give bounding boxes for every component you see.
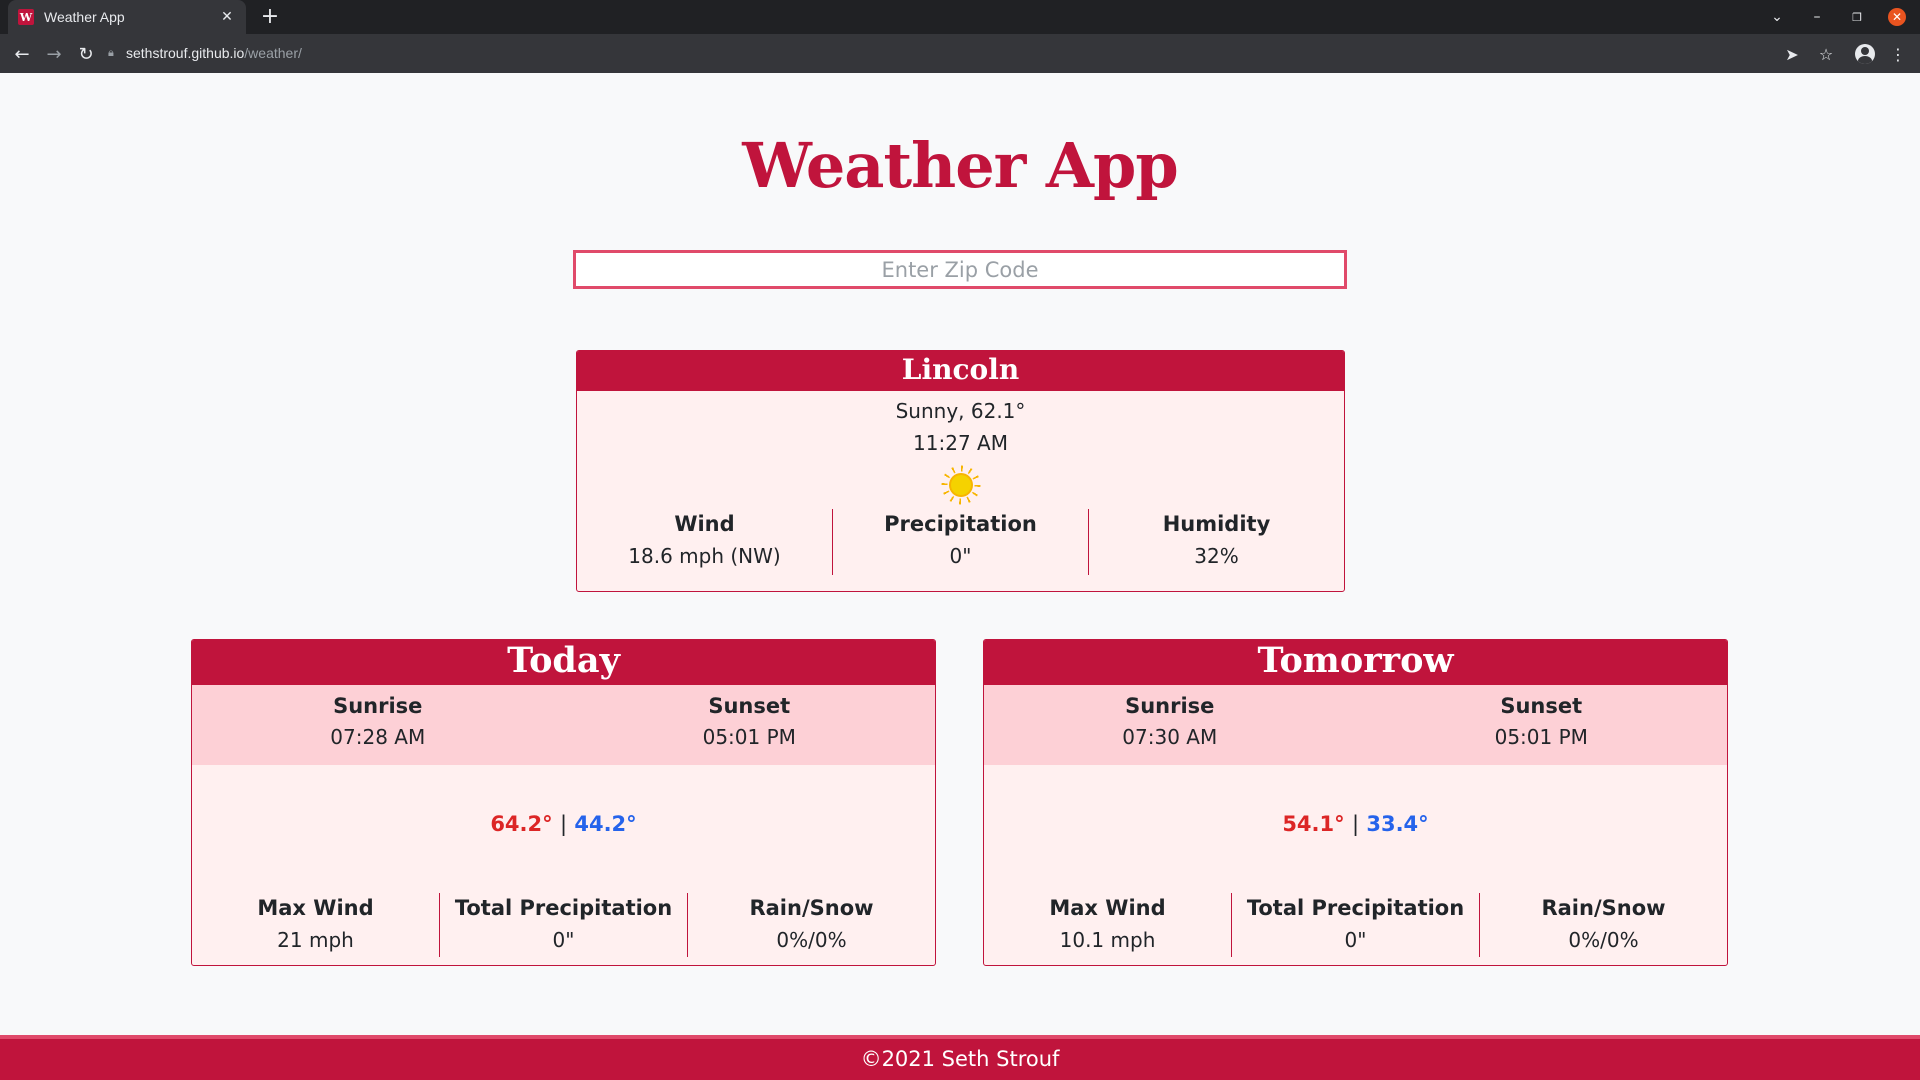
- temp-separator: |: [559, 812, 568, 836]
- new-tab-icon[interactable]: +: [258, 4, 282, 30]
- sunset-time: 05:01 PM: [702, 725, 796, 749]
- day-stats: Max Wind 21 mph Total Precipitation 0" R…: [192, 893, 935, 957]
- sunrise: Sunrise 07:28 AM: [192, 685, 564, 765]
- stat-value: 0": [552, 928, 575, 952]
- stat-value: 32%: [1194, 544, 1239, 568]
- sunrise-label: Sunrise: [1125, 694, 1215, 718]
- tab-title: Weather App: [44, 9, 125, 25]
- temperature-range: 54.1° | 33.4°: [984, 812, 1727, 836]
- stat-value: 10.1 mph: [1059, 928, 1156, 952]
- stat-rain-snow: Rain/Snow 0%/0%: [1479, 893, 1727, 957]
- forward-arrow-icon[interactable]: →: [40, 40, 68, 68]
- sunset-label: Sunset: [1500, 694, 1583, 718]
- stat-total-precipitation: Total Precipitation 0": [439, 893, 687, 957]
- app-favicon-icon: W: [18, 9, 34, 25]
- stat-rain-snow: Rain/Snow 0%/0%: [687, 893, 935, 957]
- current-stats: Wind 18.6 mph (NW) Precipitation 0" Humi…: [577, 509, 1344, 575]
- page-footer: ©2021 Seth Strouf: [0, 1035, 1920, 1080]
- current-time: 11:27 AM: [913, 431, 1008, 455]
- temperature-range: 64.2° | 44.2°: [192, 812, 935, 836]
- sunrise-time: 07:28 AM: [330, 725, 426, 749]
- lock-icon: 🔒︎: [108, 46, 114, 59]
- close-icon: ✕: [1888, 8, 1906, 26]
- high-temp: 54.1°: [1282, 812, 1345, 836]
- stat-label: Rain/Snow: [1541, 896, 1666, 920]
- stat-value: 0": [1344, 928, 1367, 952]
- current-weather-card: Lincoln Sunny, 62.1° 11:27 AM Wind 18.6 …: [576, 350, 1345, 592]
- stat-wind: Wind 18.6 mph (NW): [577, 509, 832, 575]
- stat-value: 0": [949, 544, 972, 568]
- stat-label: Total Precipitation: [454, 896, 673, 920]
- url-path: /weather/: [244, 45, 302, 61]
- stat-value: 0%/0%: [776, 928, 847, 952]
- stat-label: Wind: [674, 512, 735, 536]
- sunrise: Sunrise 07:30 AM: [984, 685, 1356, 765]
- tomorrow-forecast-card: Tomorrow Sunrise 07:30 AM Sunset 05:01 P…: [983, 639, 1728, 966]
- stat-value: 21 mph: [277, 928, 354, 952]
- zip-code-input[interactable]: [573, 250, 1347, 289]
- stat-precipitation: Precipitation 0": [832, 509, 1088, 575]
- stat-label: Precipitation: [884, 512, 1037, 536]
- stat-value: 0%/0%: [1568, 928, 1639, 952]
- page-content: Weather App Lincoln Sunny, 62.1° 11:27 A…: [0, 73, 1920, 1080]
- tab-search-chevron-icon[interactable]: ⌄: [1764, 0, 1790, 34]
- low-temp: 44.2°: [574, 812, 637, 836]
- sunrise-time: 07:30 AM: [1122, 725, 1218, 749]
- sunset: Sunset 05:01 PM: [1356, 685, 1728, 765]
- current-conditions: Sunny, 62.1°: [895, 399, 1026, 423]
- stat-label: Max Wind: [1049, 896, 1166, 920]
- stat-label: Max Wind: [257, 896, 374, 920]
- today-forecast-card: Today Sunrise 07:28 AM Sunset 05:01 PM 6…: [191, 639, 936, 966]
- city-name: Lincoln: [577, 351, 1344, 391]
- reload-icon[interactable]: ↻: [72, 40, 100, 68]
- restore-icon[interactable]: ❐: [1844, 0, 1870, 34]
- bookmark-star-icon[interactable]: ☆: [1812, 40, 1840, 68]
- profile-avatar-icon[interactable]: [1851, 40, 1879, 68]
- browser-tab-bar: W Weather App ✕ + ⌄ – ❐ ✕: [0, 0, 1920, 34]
- tab-close-icon[interactable]: ✕: [218, 9, 236, 25]
- sunset-label: Sunset: [708, 694, 791, 718]
- sun-icon: [940, 465, 981, 505]
- send-icon[interactable]: ➤: [1778, 40, 1806, 68]
- address-bar[interactable]: 🔒︎ sethstrouf.github.io/weather/: [108, 38, 1788, 68]
- sunset: Sunset 05:01 PM: [564, 685, 936, 765]
- sun-times: Sunrise 07:28 AM Sunset 05:01 PM: [192, 685, 935, 765]
- stat-value: 18.6 mph (NW): [628, 544, 781, 568]
- temp-separator: |: [1351, 812, 1360, 836]
- sun-times: Sunrise 07:30 AM Sunset 05:01 PM: [984, 685, 1727, 765]
- back-arrow-icon[interactable]: ←: [8, 40, 36, 68]
- sunrise-label: Sunrise: [333, 694, 423, 718]
- stat-max-wind: Max Wind 21 mph: [192, 893, 439, 957]
- stat-label: Humidity: [1162, 512, 1271, 536]
- stat-total-precipitation: Total Precipitation 0": [1231, 893, 1479, 957]
- day-stats: Max Wind 10.1 mph Total Precipitation 0"…: [984, 893, 1727, 957]
- menu-kebab-icon[interactable]: ⋮: [1884, 40, 1912, 68]
- day-title: Today: [192, 640, 935, 685]
- window-close-button[interactable]: ✕: [1884, 0, 1910, 34]
- stat-humidity: Humidity 32%: [1088, 509, 1344, 575]
- stat-label: Total Precipitation: [1246, 896, 1465, 920]
- high-temp: 64.2°: [490, 812, 553, 836]
- sunset-time: 05:01 PM: [1494, 725, 1588, 749]
- day-title: Tomorrow: [984, 640, 1727, 685]
- stat-max-wind: Max Wind 10.1 mph: [984, 893, 1231, 957]
- stat-label: Rain/Snow: [749, 896, 874, 920]
- browser-tab[interactable]: W Weather App ✕: [8, 0, 246, 34]
- low-temp: 33.4°: [1366, 812, 1429, 836]
- minimize-icon[interactable]: –: [1804, 0, 1830, 34]
- page-title: Weather App: [742, 129, 1178, 202]
- url-host: sethstrouf.github.io: [126, 45, 245, 61]
- browser-toolbar: ← → ↻ 🔒︎ sethstrouf.github.io/weather/ ➤…: [0, 34, 1920, 73]
